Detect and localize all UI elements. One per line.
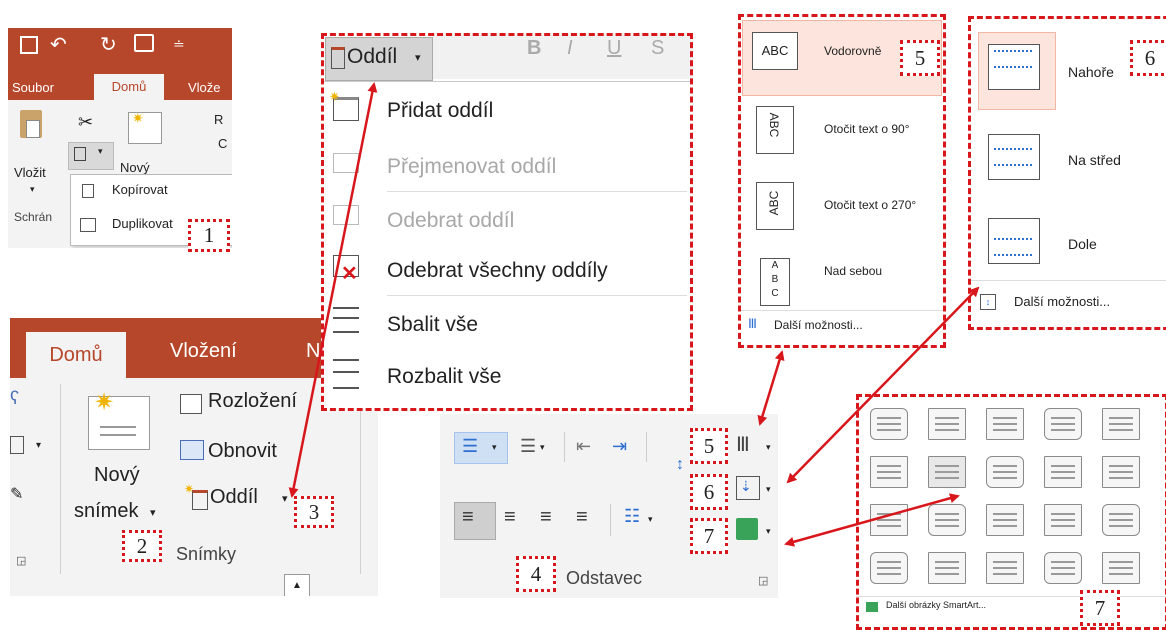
arrow-align-text xyxy=(786,286,980,484)
annotation-arrows xyxy=(288,82,980,547)
arrow-text-direction xyxy=(757,350,785,426)
arrow-smartart xyxy=(784,493,960,547)
arrow-section xyxy=(288,82,378,498)
